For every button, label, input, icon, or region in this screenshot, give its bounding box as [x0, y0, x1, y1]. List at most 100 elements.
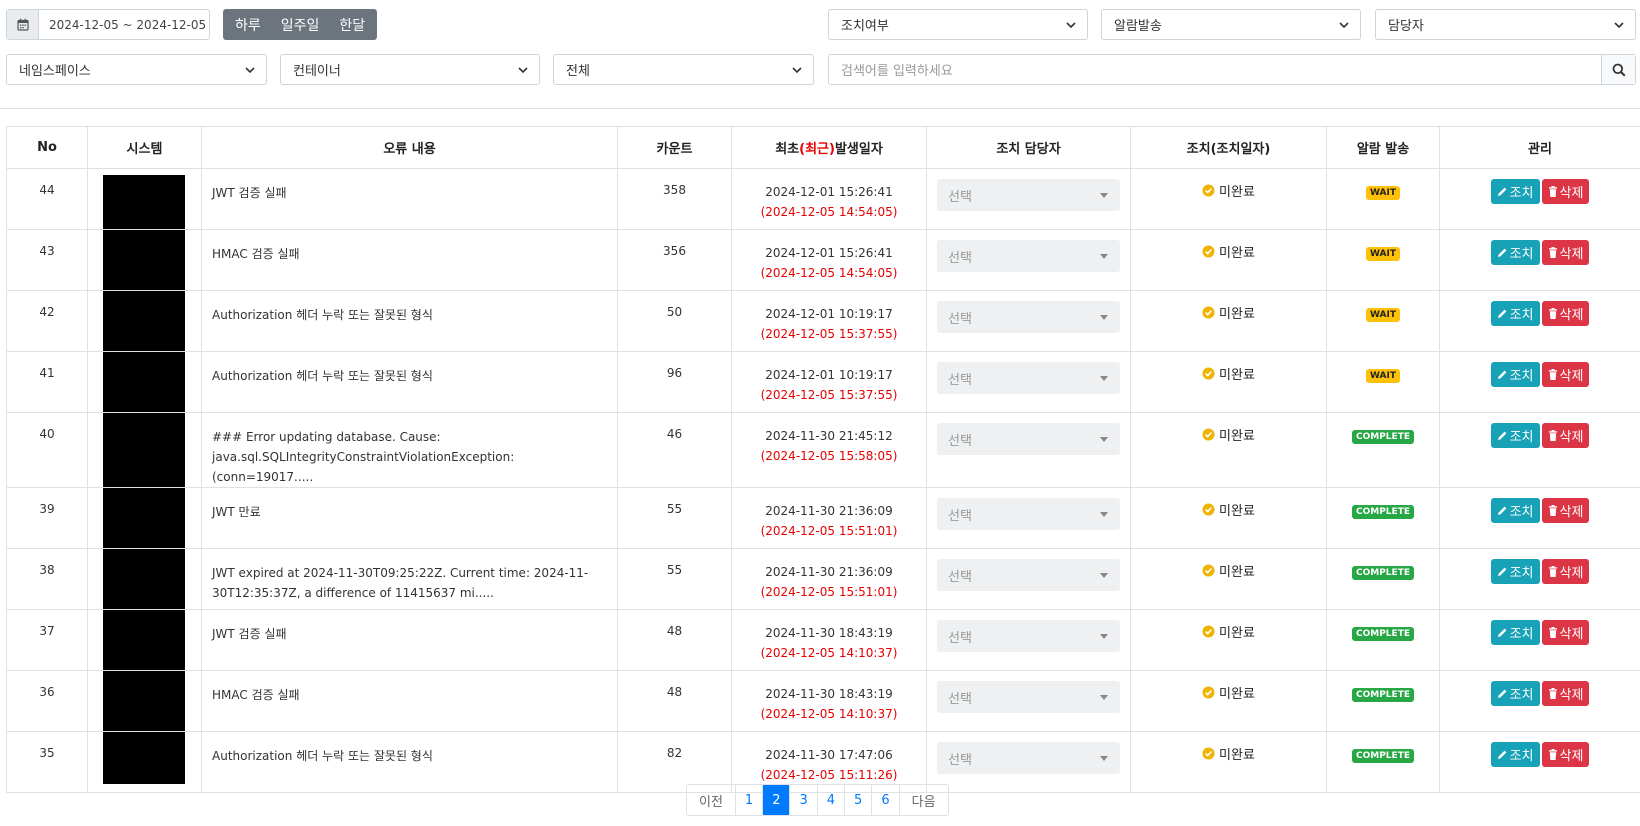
delete-button-label: 삭제 — [1559, 505, 1584, 520]
action-button[interactable]: 조치 — [1490, 620, 1540, 645]
error-content[interactable]: HMAC 검증 실패 — [201, 229, 618, 291]
pencil-icon — [1497, 431, 1506, 440]
container-label: 컨테이너 — [293, 64, 341, 79]
system-redacted — [103, 352, 185, 412]
action-button[interactable]: 조치 — [1490, 179, 1540, 204]
system-redacted — [103, 549, 185, 609]
calendar-button[interactable] — [7, 10, 39, 39]
first-date: 2024-12-01 15:26:41 — [765, 185, 893, 199]
range-month-button[interactable]: 한달 — [329, 9, 377, 40]
error-content[interactable]: HMAC 검증 실패 — [201, 670, 618, 732]
manager-select[interactable]: 선택 — [937, 498, 1120, 530]
range-week-button[interactable]: 일주일 — [271, 9, 330, 40]
action-button[interactable]: 조치 — [1490, 681, 1540, 706]
first-date: 2024-11-30 21:45:12 — [765, 429, 893, 443]
assignee-select[interactable]: 담당자 — [1375, 9, 1636, 40]
action-button[interactable]: 조치 — [1490, 423, 1540, 448]
manager-select[interactable]: 선택 — [937, 301, 1120, 333]
action-button[interactable]: 조치 — [1490, 742, 1540, 767]
error-line-1: JWT 검증 실패 — [212, 627, 287, 641]
header-date-suffix: 발생일자 — [834, 142, 883, 157]
recent-date: (2024-12-05 14:54:05) — [760, 205, 898, 219]
manager-select[interactable]: 선택 — [937, 620, 1120, 652]
range-day-button[interactable]: 하루 — [223, 9, 271, 40]
delete-button[interactable]: 삭제 — [1541, 240, 1590, 265]
namespace-select[interactable]: 네임스페이스 — [6, 54, 267, 85]
action-button[interactable]: 조치 — [1490, 301, 1540, 326]
pencil-icon — [1497, 506, 1506, 515]
page-1[interactable]: 1 — [734, 785, 762, 815]
check-circle-icon — [1202, 184, 1215, 197]
search-button[interactable] — [1601, 55, 1635, 84]
delete-button[interactable]: 삭제 — [1541, 620, 1590, 645]
date-range-input[interactable]: 2024-12-05 ~ 2024-12-05 — [39, 10, 209, 39]
error-content[interactable]: JWT 검증 실패 — [201, 609, 618, 671]
error-line-2: java.sql.SQLIntegrityConstraintViolation… — [212, 450, 515, 484]
delete-button[interactable]: 삭제 — [1541, 301, 1590, 326]
action-button[interactable]: 조치 — [1490, 498, 1540, 523]
caret-down-icon — [1100, 695, 1108, 700]
table-body: 44 JWT 검증 실패 358 2024-12-01 15:26:41 (2024-1… — [6, 168, 1640, 793]
recent-date: (2024-12-05 15:51:01) — [760, 585, 898, 599]
page-prev[interactable]: 이전 — [687, 785, 735, 815]
error-content[interactable]: JWT expired at 2024-11-30T09:25:22Z. Cur… — [201, 548, 618, 610]
manager-select[interactable]: 선택 — [937, 742, 1120, 774]
error-content[interactable]: JWT 검증 실패 — [201, 168, 618, 230]
chevron-down-icon — [518, 67, 528, 74]
page-5[interactable]: 5 — [844, 785, 871, 815]
status-label: 미완료 — [1219, 626, 1255, 641]
manager-select[interactable]: 선택 — [937, 179, 1120, 211]
recent-date: (2024-12-05 15:11:26) — [760, 768, 898, 782]
system-redacted — [103, 291, 185, 351]
delete-button[interactable]: 삭제 — [1541, 498, 1590, 523]
alarm-cell: COMPLETE — [1326, 548, 1440, 610]
page-6[interactable]: 6 — [871, 785, 898, 815]
delete-button[interactable]: 삭제 — [1541, 423, 1590, 448]
delete-button[interactable]: 삭제 — [1541, 559, 1590, 584]
alarm-send-select[interactable]: 알람발송 — [1101, 9, 1361, 40]
header-count: 카운트 — [617, 126, 732, 169]
manager-select[interactable]: 선택 — [937, 423, 1120, 455]
action-button[interactable]: 조치 — [1490, 362, 1540, 387]
manager-select-label: 선택 — [948, 311, 972, 327]
date-range-picker[interactable]: 2024-12-05 ~ 2024-12-05 — [6, 9, 210, 40]
trash-icon — [1548, 308, 1557, 319]
header-date-highlight: (최근) — [799, 142, 835, 157]
error-content[interactable]: JWT 만료 — [201, 487, 618, 549]
system-cell — [87, 609, 202, 671]
page-next[interactable]: 다음 — [898, 785, 948, 815]
action-button[interactable]: 조치 — [1490, 240, 1540, 265]
status-label: 미완료 — [1219, 185, 1255, 200]
manager-select-label: 선택 — [948, 691, 972, 707]
container-select[interactable]: 컨테이너 — [280, 54, 540, 85]
action-status-select[interactable]: 조치여부 — [828, 9, 1088, 40]
manager-select-label: 선택 — [948, 752, 972, 768]
search-input[interactable]: 검색어를 입력하세요 — [829, 55, 1601, 84]
action-button[interactable]: 조치 — [1490, 559, 1540, 584]
manager-select[interactable]: 선택 — [937, 559, 1120, 591]
error-content[interactable]: Authorization 헤더 누락 또는 잘못된 형식 — [201, 290, 618, 352]
page-4[interactable]: 4 — [816, 785, 844, 815]
delete-button[interactable]: 삭제 — [1541, 742, 1590, 767]
table-row: 37 JWT 검증 실패 48 2024-11-30 18:43:19 (2024-12… — [6, 609, 1640, 671]
delete-button[interactable]: 삭제 — [1541, 179, 1590, 204]
page-3[interactable]: 3 — [789, 785, 816, 815]
page-2[interactable]: 2 — [762, 785, 790, 815]
delete-button[interactable]: 삭제 — [1541, 362, 1590, 387]
manager-select[interactable]: 선택 — [937, 240, 1120, 272]
manager-select[interactable]: 선택 — [937, 681, 1120, 713]
trash-icon — [1548, 627, 1557, 638]
error-content[interactable]: Authorization 헤더 누락 또는 잘못된 형식 — [201, 731, 618, 793]
error-content[interactable]: Authorization 헤더 누락 또는 잘못된 형식 — [201, 351, 618, 413]
header-no: No — [6, 126, 88, 169]
manager-select[interactable]: 선택 — [937, 362, 1120, 394]
delete-button[interactable]: 삭제 — [1541, 681, 1590, 706]
caret-down-icon — [1100, 512, 1108, 517]
scope-select[interactable]: 전체 — [553, 54, 814, 85]
occurrence-date: 2024-12-01 10:19:17 (2024-12-05 15:37:55) — [731, 351, 927, 413]
manager-cell: 선택 — [926, 609, 1131, 671]
system-cell — [87, 229, 202, 291]
table-row: 44 JWT 검증 실패 358 2024-12-01 15:26:41 (2024-1… — [6, 168, 1640, 230]
error-content[interactable]: ### Error updating database. Cause: java.… — [201, 412, 618, 488]
caret-down-icon — [1100, 376, 1108, 381]
